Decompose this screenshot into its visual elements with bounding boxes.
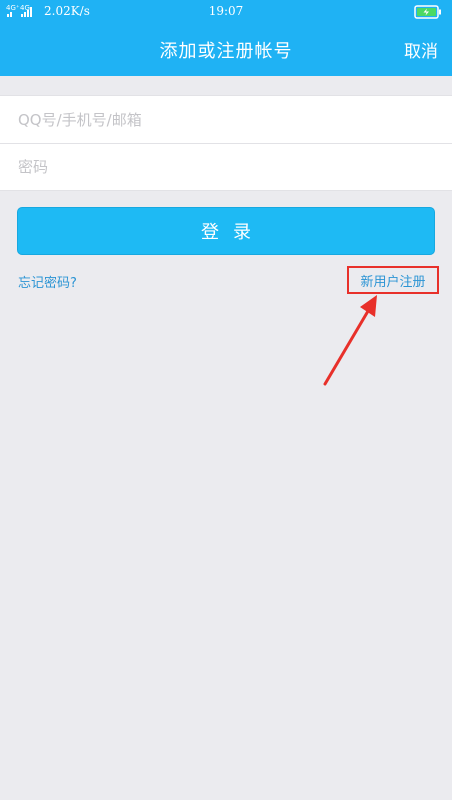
password-input[interactable] xyxy=(18,158,418,176)
account-input[interactable] xyxy=(18,110,418,129)
status-bar: 4G⁺ 4G 2.02K/s 19:07 xyxy=(0,0,452,24)
annotation-arrow-icon xyxy=(323,295,377,386)
battery-charging-icon xyxy=(414,5,441,19)
cancel-button[interactable]: 取消 xyxy=(404,37,438,62)
login-form xyxy=(0,95,452,191)
clock: 19:07 xyxy=(208,4,244,18)
forgot-password-link[interactable]: 忘记密码? xyxy=(18,272,77,291)
login-button[interactable]: 登录 xyxy=(17,207,435,255)
password-field xyxy=(0,143,452,190)
app-header: 添加或注册帐号 取消 xyxy=(0,24,452,76)
page-title: 添加或注册帐号 xyxy=(159,41,293,62)
account-field xyxy=(0,96,452,143)
